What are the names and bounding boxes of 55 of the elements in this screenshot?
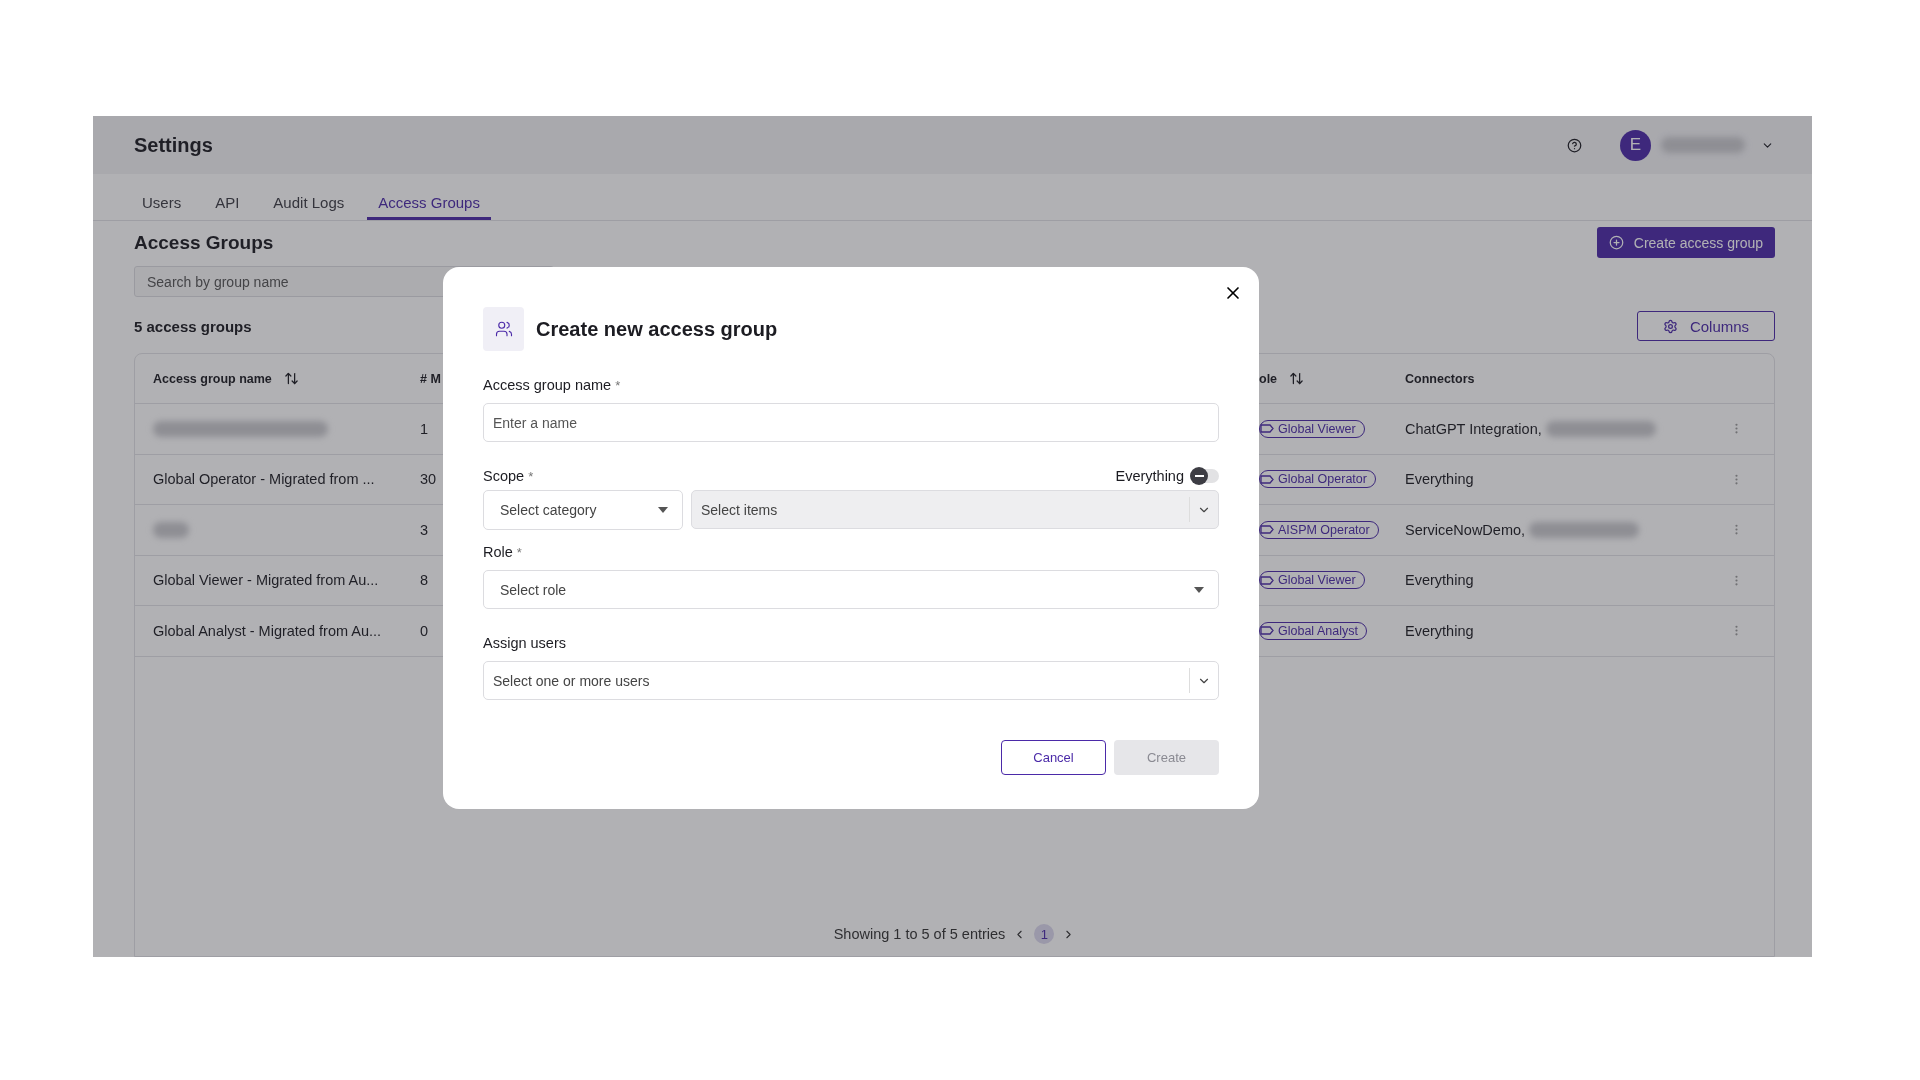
tab[interactable]: Users (131, 194, 193, 220)
cancel-button[interactable]: Cancel (1001, 740, 1106, 775)
table-cell: 1 (420, 420, 429, 437)
caret-icon (1194, 586, 1204, 593)
table-cell: 8 (420, 572, 429, 589)
users-select[interactable]: Select one or more users (483, 661, 1219, 700)
field-label: Scope * (483, 468, 534, 484)
columns-button[interactable]: Columns (1637, 311, 1775, 341)
items-select[interactable]: Select items (691, 490, 1219, 529)
dialog-title: Create new access group (536, 317, 778, 341)
pagination-summary: Showing 1 to 5 of 5 entries (833, 926, 1006, 942)
category-select[interactable]: Select category (483, 490, 683, 530)
table-cell: ChatGPT Integration, (1405, 420, 1542, 437)
create-group-button[interactable]: Create access group (1596, 227, 1775, 258)
table-cell: Global Viewer - Migrated from Au... (153, 572, 379, 589)
table-cell: ServiceNowDemo, (1405, 521, 1526, 538)
table-cell: Global Analyst - Migrated from Au... (153, 622, 382, 639)
sort-icon[interactable] (1289, 371, 1305, 386)
table-cell: Global Operator - Migrated from ... (153, 471, 375, 488)
role-select[interactable]: Select role (483, 570, 1219, 609)
sort-icon[interactable] (283, 371, 299, 386)
table-cell: Everything (1405, 471, 1474, 488)
section-title: Access Groups (134, 231, 274, 254)
page-button[interactable]: 1 (1034, 924, 1055, 944)
field-label: Role * (483, 544, 522, 560)
table-cell: 3 (420, 521, 429, 538)
tag-icon (1260, 626, 1274, 636)
field-label: Assign users (483, 635, 566, 651)
plus-icon (1608, 235, 1624, 250)
gear-icon (1662, 318, 1678, 334)
tab[interactable]: Audit Logs (262, 194, 356, 220)
users-icon (494, 320, 513, 338)
column-header: # M (420, 371, 441, 386)
user-avatar[interactable]: E (1620, 129, 1651, 161)
page-title: Settings (134, 133, 214, 157)
column-header: Connectors (1405, 371, 1475, 386)
table-cell: 0 (420, 622, 429, 639)
column-header: Access group name (153, 371, 272, 386)
column-header: ole (1259, 371, 1278, 386)
help-icon[interactable] (1567, 137, 1582, 153)
name-input[interactable]: Enter a name (483, 403, 1219, 442)
table-cell: Everything (1405, 572, 1474, 589)
tag-icon (1260, 575, 1274, 585)
tab[interactable]: API (204, 194, 251, 220)
field-label: Access group name * (483, 377, 621, 393)
tab[interactable]: Access Groups (367, 194, 491, 220)
tag-icon (1260, 424, 1274, 434)
toggle-label: Everything (1115, 468, 1184, 484)
tag-icon (1260, 474, 1274, 484)
tag-icon (1260, 525, 1274, 535)
table-cell: 30 (420, 471, 437, 488)
caret-icon (658, 507, 668, 513)
table-cell: Everything (1405, 622, 1474, 639)
everything-toggle[interactable] (1192, 469, 1219, 483)
group-count: 5 access groups (134, 317, 252, 335)
